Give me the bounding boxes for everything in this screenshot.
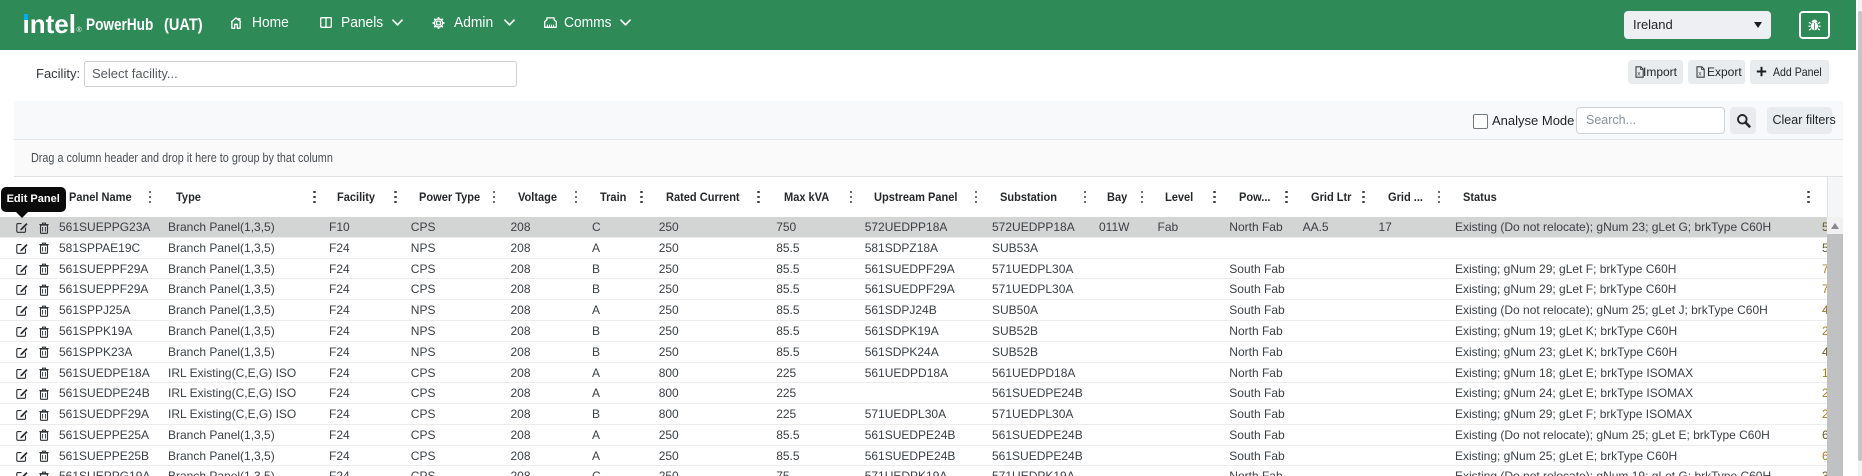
svg-text:x: x: [1698, 70, 1702, 77]
svg-text:x: x: [1637, 70, 1641, 77]
